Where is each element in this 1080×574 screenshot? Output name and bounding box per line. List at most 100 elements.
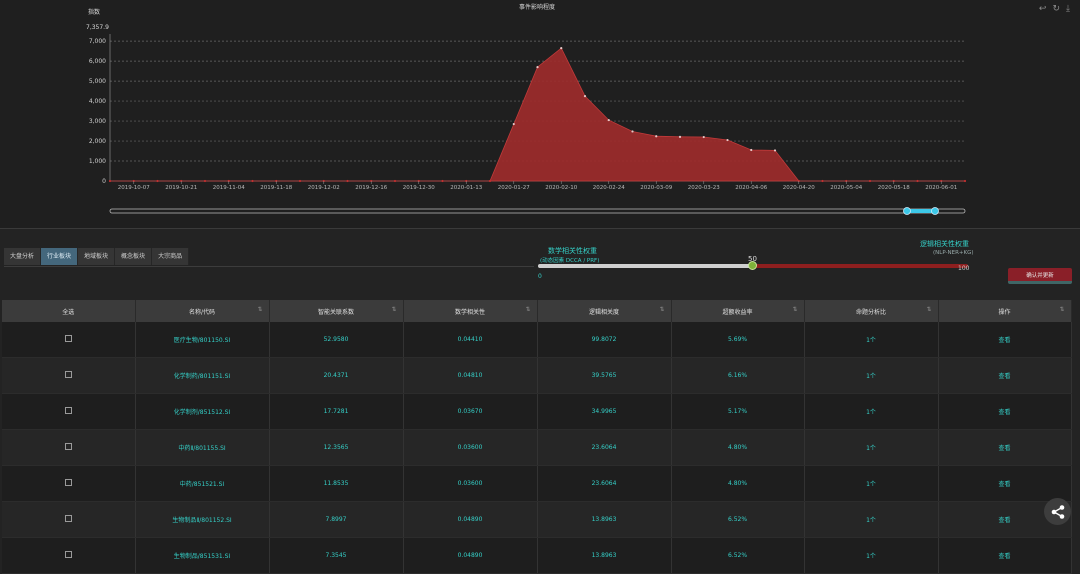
data-point bbox=[607, 118, 610, 122]
sort-icon[interactable]: ⇅ bbox=[525, 306, 530, 313]
cell-coef: 17.7281 bbox=[269, 393, 404, 430]
cell-name[interactable]: 医疗生物/801150.SI bbox=[135, 322, 270, 358]
cell-coef: 52.9580 bbox=[269, 322, 404, 358]
x-tick-label: 2019-10-07 bbox=[118, 185, 150, 191]
restore-icon[interactable]: ↩ bbox=[1039, 4, 1047, 14]
row-checkbox[interactable] bbox=[64, 335, 72, 342]
table-row[interactable]: 中药/851521.SI 11.8535 0.03600 23.6064 4.80% 1个… bbox=[2, 465, 1072, 502]
cell-math: 0.04410 bbox=[403, 322, 538, 358]
view-link[interactable]: 查看 bbox=[998, 409, 1010, 416]
zoom-handle-right[interactable] bbox=[931, 207, 939, 215]
header-action: 操作 ⇅ bbox=[938, 300, 1072, 322]
header-coef[interactable]: 智能关联系数 ⇅ bbox=[269, 300, 404, 322]
table-row[interactable]: 化学制药/801151.SI 20.4371 0.04810 39.5765 6.16%… bbox=[2, 357, 1072, 394]
header-math[interactable]: 数学相关性 ⇅ bbox=[403, 300, 538, 322]
tab-commodity[interactable]: 大宗商品 bbox=[152, 248, 190, 265]
math-weight-subtitle: (动态因素 DCCA / PRF) bbox=[540, 258, 600, 264]
header-ratio[interactable]: 命题分析比 ⇅ bbox=[804, 300, 939, 322]
view-link[interactable]: 查看 bbox=[998, 517, 1010, 524]
y-tick-label: 4,000 bbox=[89, 98, 106, 105]
select-cell[interactable] bbox=[2, 393, 136, 430]
weight-track-right[interactable] bbox=[753, 264, 968, 268]
cell-name[interactable]: 中药/851521.SI bbox=[135, 465, 270, 502]
tab-underline bbox=[4, 266, 534, 267]
select-cell[interactable] bbox=[2, 501, 136, 538]
data-point bbox=[916, 179, 919, 183]
cell-name[interactable]: 生物制品/851531.SI bbox=[135, 537, 270, 574]
table-row[interactable]: 生物制品Ⅱ/801152.SI 7.8997 0.04890 13.8963 6.52%… bbox=[2, 501, 1072, 538]
view-link[interactable]: 查看 bbox=[998, 337, 1010, 344]
header-name[interactable]: 名称/代码 ⇅ bbox=[135, 300, 270, 322]
zoom-slider-selection[interactable] bbox=[907, 209, 935, 213]
confirm-update-button[interactable]: 确认并更新 bbox=[1008, 268, 1072, 284]
data-point bbox=[821, 179, 824, 183]
zoom-handle-left[interactable] bbox=[903, 207, 911, 215]
refresh-icon[interactable]: ↻ bbox=[1052, 4, 1060, 14]
chart-title: 事件影响程度 bbox=[519, 3, 555, 11]
view-link[interactable]: 查看 bbox=[998, 373, 1010, 380]
row-checkbox[interactable] bbox=[64, 551, 72, 558]
row-checkbox[interactable] bbox=[64, 515, 72, 522]
select-cell[interactable] bbox=[2, 537, 136, 574]
header-logic[interactable]: 逻辑相关度 ⇅ bbox=[537, 300, 672, 322]
row-checkbox[interactable] bbox=[64, 443, 72, 450]
header-select-all[interactable]: 全选 bbox=[2, 300, 136, 322]
sort-icon[interactable]: ⇅ bbox=[926, 306, 931, 313]
data-point bbox=[156, 179, 159, 183]
share-button[interactable] bbox=[1044, 498, 1071, 525]
zoom-slider-track[interactable] bbox=[109, 208, 966, 214]
x-tick-label: 2020-01-27 bbox=[498, 185, 530, 191]
x-tick-label: 2019-12-30 bbox=[403, 185, 435, 191]
cell-excess: 5.69% bbox=[671, 322, 805, 358]
x-tick-label: 2020-01-13 bbox=[450, 185, 482, 191]
cell-logic: 39.5765 bbox=[537, 357, 672, 394]
x-tick-label: 2020-03-09 bbox=[640, 185, 672, 191]
table-row[interactable]: 化学制剂/851512.SI 17.7281 0.03670 34.9965 5.17%… bbox=[2, 393, 1072, 430]
cell-ratio: 1个 bbox=[804, 322, 939, 358]
sort-icon[interactable]: ⇅ bbox=[257, 306, 262, 313]
table-row[interactable]: 医疗生物/801150.SI 52.9580 0.04410 99.8072 5.69%… bbox=[2, 322, 1072, 358]
y-tick-label: 6,000 bbox=[89, 58, 106, 65]
select-cell[interactable] bbox=[2, 465, 136, 502]
header-excess[interactable]: 超额收益率 ⇅ bbox=[671, 300, 805, 322]
tab-market[interactable]: 大盘分析 bbox=[4, 248, 42, 265]
sort-icon[interactable]: ⇅ bbox=[391, 306, 396, 313]
cell-name[interactable]: 中药Ⅱ/801155.SI bbox=[135, 429, 270, 466]
x-tick-label: 2020-06-01 bbox=[925, 185, 957, 191]
y-tick-label: 0 bbox=[102, 178, 106, 185]
weight-track-left[interactable] bbox=[538, 264, 753, 268]
sort-icon[interactable]: ⇅ bbox=[1059, 306, 1064, 313]
row-checkbox[interactable] bbox=[64, 371, 72, 378]
data-point bbox=[251, 179, 254, 183]
table-row[interactable]: 生物制品/851531.SI 7.3545 0.04890 13.8963 6.52% 1… bbox=[2, 537, 1072, 574]
select-cell[interactable] bbox=[2, 429, 136, 466]
data-point bbox=[488, 179, 492, 183]
cell-name[interactable]: 生物制品Ⅱ/801152.SI bbox=[135, 501, 270, 538]
row-checkbox[interactable] bbox=[64, 407, 72, 414]
cell-name[interactable]: 化学制药/801151.SI bbox=[135, 357, 270, 394]
x-tick-label: 2019-12-16 bbox=[355, 185, 387, 191]
sort-icon[interactable]: ⇅ bbox=[659, 306, 664, 313]
cell-math: 0.04890 bbox=[403, 537, 538, 574]
cell-coef: 7.3545 bbox=[269, 537, 404, 574]
view-link[interactable]: 查看 bbox=[998, 481, 1010, 488]
view-link[interactable]: 查看 bbox=[998, 445, 1010, 452]
tab-concept[interactable]: 概念板块 bbox=[115, 248, 153, 265]
data-point bbox=[750, 148, 753, 152]
data-point bbox=[726, 138, 729, 142]
cell-excess: 5.17% bbox=[671, 393, 805, 430]
select-cell[interactable] bbox=[2, 322, 136, 358]
cell-action: 查看 bbox=[938, 429, 1072, 466]
tab-region[interactable]: 地域板块 bbox=[78, 248, 116, 265]
table-row[interactable]: 中药Ⅱ/801155.SI 12.3565 0.03600 23.6064 4.80% 1… bbox=[2, 429, 1072, 466]
download-icon[interactable]: ⤓ bbox=[1066, 4, 1070, 14]
sort-icon[interactable]: ⇅ bbox=[792, 306, 797, 313]
view-link[interactable]: 查看 bbox=[998, 553, 1010, 560]
cell-math: 0.03600 bbox=[403, 465, 538, 502]
area-chart: 事件影响程度指数 7,357.9 0 1,000 2,000 3,000 4,000 5,00… bbox=[86, 3, 967, 215]
tab-industry[interactable]: 行业板块 bbox=[41, 248, 79, 265]
row-checkbox[interactable] bbox=[64, 479, 72, 486]
cell-action: 查看 bbox=[938, 357, 1072, 394]
select-cell[interactable] bbox=[2, 357, 136, 394]
cell-name[interactable]: 化学制剂/851512.SI bbox=[135, 393, 270, 430]
